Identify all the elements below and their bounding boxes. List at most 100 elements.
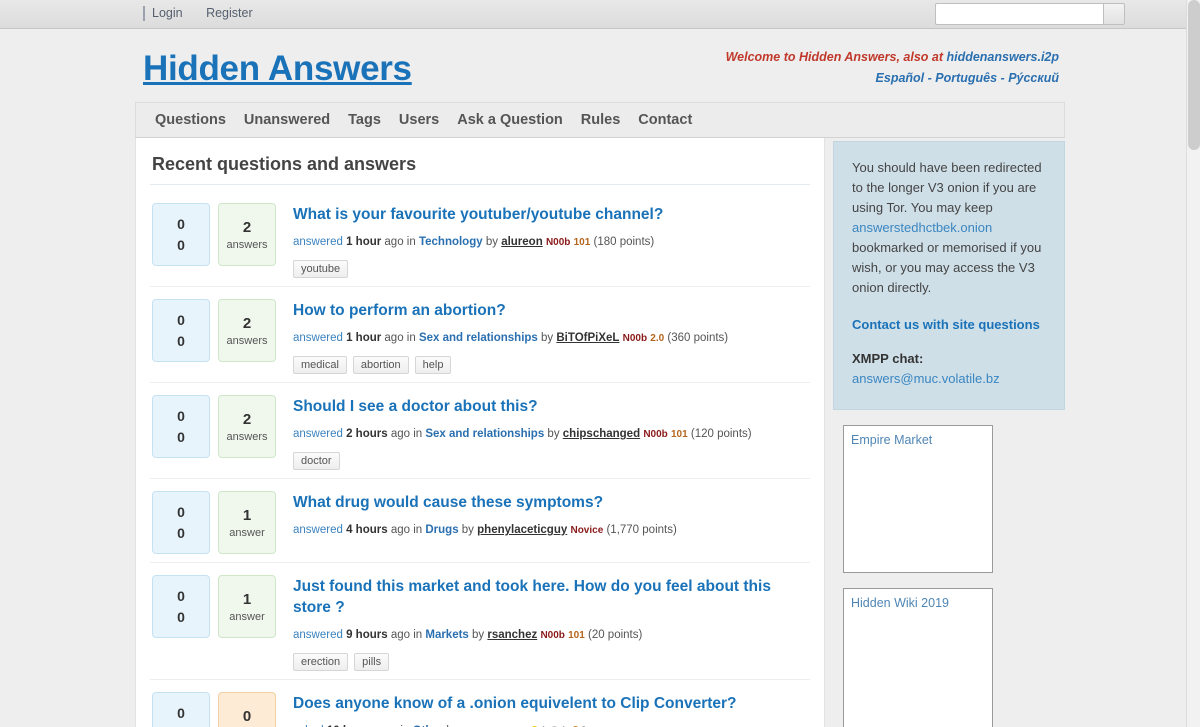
question-action: answered (293, 236, 343, 248)
nav-item-questions[interactable]: Questions (146, 103, 235, 137)
user-level: 101 (568, 630, 585, 641)
votes-up-count: 0 (177, 310, 185, 331)
user-level: 2.0 (650, 333, 664, 344)
welcome-banner: Welcome to Hidden Answers, also at hidde… (726, 47, 1059, 89)
nav-item-unanswered[interactable]: Unanswered (235, 103, 339, 137)
question-time: 9 hours (346, 629, 388, 641)
contact-us-link[interactable]: Contact us with site questions (852, 315, 1046, 334)
question-author-link[interactable]: alureon (501, 236, 543, 248)
register-link[interactable]: Register (206, 6, 253, 20)
search-button[interactable] (1103, 3, 1125, 25)
top-bar: Login Register (0, 0, 1200, 29)
question-title-link[interactable]: Just found this market and took here. Ho… (293, 576, 810, 618)
question-ago-in: ago in (381, 332, 419, 344)
site-header: Hidden Answers Welcome to Hidden Answers… (135, 29, 1065, 102)
question-by: by (483, 236, 502, 248)
page-scrollbar[interactable] (1186, 0, 1200, 727)
question-time: 1 hour (346, 236, 381, 248)
question-author-link[interactable]: BiTOfPiXeL (556, 332, 619, 344)
question-title-link[interactable]: What is your favourite youtuber/youtube … (293, 204, 810, 225)
answer-count-label: answers (227, 239, 268, 251)
question-action: answered (293, 332, 343, 344)
question-category-link[interactable]: Markets (425, 629, 468, 641)
question-title-link[interactable]: Should I see a doctor about this? (293, 396, 810, 417)
question-body: Just found this market and took here. Ho… (276, 575, 810, 671)
login-link[interactable]: Login (152, 6, 183, 20)
lang-sep-1: - (924, 71, 935, 85)
tag-pill[interactable]: abortion (353, 356, 409, 374)
question-row: 002answersHow to perform an abortion?ans… (150, 287, 810, 383)
scrollbar-thumb[interactable] (1188, 0, 1200, 150)
question-author-link[interactable]: phenylaceticguy (477, 524, 567, 536)
question-ago-in: ago in (381, 236, 419, 248)
tag-pill[interactable]: doctor (293, 452, 340, 470)
tag-list: doctor (293, 451, 810, 470)
question-category-link[interactable]: Technology (419, 236, 483, 248)
question-time: 1 hour (346, 332, 381, 344)
answer-count-box: 2answers (218, 395, 276, 458)
nav-item-rules[interactable]: Rules (572, 103, 630, 137)
question-title-link[interactable]: Does anyone know of a .onion equivelent … (293, 693, 810, 714)
site-title[interactable]: Hidden Answers (143, 49, 412, 89)
question-by: by (469, 629, 488, 641)
ad-link-empire-market[interactable]: Empire Market (851, 433, 932, 447)
question-ago-in: ago in (388, 629, 426, 641)
page-body: Recent questions and answers 002answersW… (135, 138, 1065, 727)
answer-count-label: answer (229, 611, 264, 623)
page-title: Recent questions and answers (152, 154, 810, 175)
question-author-link[interactable]: rsanchez (487, 629, 537, 641)
nav-item-users[interactable]: Users (390, 103, 448, 137)
votes-down-count: 0 (177, 523, 185, 544)
votes-down-count: 0 (177, 724, 185, 727)
question-meta: answered 4 hours ago in Drugs by phenyla… (293, 522, 810, 539)
tag-pill[interactable]: pills (354, 653, 389, 671)
ad-box-empire-market: Empire Market (843, 425, 993, 573)
vote-box: 00 (152, 299, 210, 362)
answer-count-box: 2answers (218, 203, 276, 266)
question-meta: asked 10 hours ago in Other by anonymous… (293, 723, 810, 727)
language-link-es[interactable]: Español (876, 71, 925, 85)
tag-list: youtube (293, 259, 810, 278)
answer-count: 2 (243, 315, 251, 332)
tag-pill[interactable]: medical (293, 356, 347, 374)
question-title-link[interactable]: How to perform an abortion? (293, 300, 810, 321)
notice-text-part2: bookmarked or memorised if you wish, or … (852, 240, 1041, 295)
vote-box: 00 (152, 491, 210, 554)
question-counters: 002answers (152, 299, 276, 374)
tag-pill[interactable]: erection (293, 653, 348, 671)
language-link-ru[interactable]: Рýсскuй (1008, 71, 1059, 85)
user-rank: N00b (623, 333, 647, 344)
user-level: 101 (574, 237, 591, 248)
user-rank: Novice (570, 525, 603, 536)
onion-address-link[interactable]: answerstedhctbek.onion (852, 220, 992, 235)
nav-item-tags[interactable]: Tags (339, 103, 390, 137)
main-content: Recent questions and answers 002answersW… (135, 138, 825, 727)
question-category-link[interactable]: Drugs (425, 524, 458, 536)
nav-item-contact[interactable]: Contact (629, 103, 701, 137)
tag-pill[interactable]: help (415, 356, 452, 374)
tag-pill[interactable]: youtube (293, 260, 348, 278)
ad-link-hidden-wiki[interactable]: Hidden Wiki 2019 (851, 596, 949, 610)
answer-count-box: 1answer (218, 575, 276, 638)
question-meta: answered 9 hours ago in Markets by rsanc… (293, 627, 810, 644)
question-category-link[interactable]: Sex and relationships (419, 332, 538, 344)
question-meta: answered 2 hours ago in Sex and relation… (293, 426, 810, 443)
question-category-link[interactable]: Sex and relationships (425, 428, 544, 440)
question-row: 002answersShould I see a doctor about th… (150, 383, 810, 479)
votes-up-count: 0 (177, 703, 185, 724)
question-row: 001answer What drug would cause these sym… (150, 479, 810, 563)
xmpp-address-link[interactable]: answers@muc.volatile.bz (852, 371, 1000, 386)
i2p-mirror-link[interactable]: hiddenanswers.i2p (946, 50, 1059, 64)
question-by: by (538, 332, 557, 344)
question-meta: answered 1 hour ago in Technology by alu… (293, 234, 810, 251)
question-body: How to perform an abortion? answered 1 ho… (276, 299, 810, 374)
votes-up-count: 0 (177, 586, 185, 607)
language-link-pt[interactable]: Português (935, 71, 997, 85)
question-author-link[interactable]: chipschanged (563, 428, 640, 440)
question-title-link[interactable]: What drug would cause these symptoms? (293, 492, 810, 513)
search-input[interactable] (935, 3, 1103, 25)
answer-count-box: 1answer (218, 491, 276, 554)
question-action: answered (293, 524, 343, 536)
answer-count: 1 (243, 507, 251, 524)
nav-item-ask-a-question[interactable]: Ask a Question (448, 103, 572, 137)
